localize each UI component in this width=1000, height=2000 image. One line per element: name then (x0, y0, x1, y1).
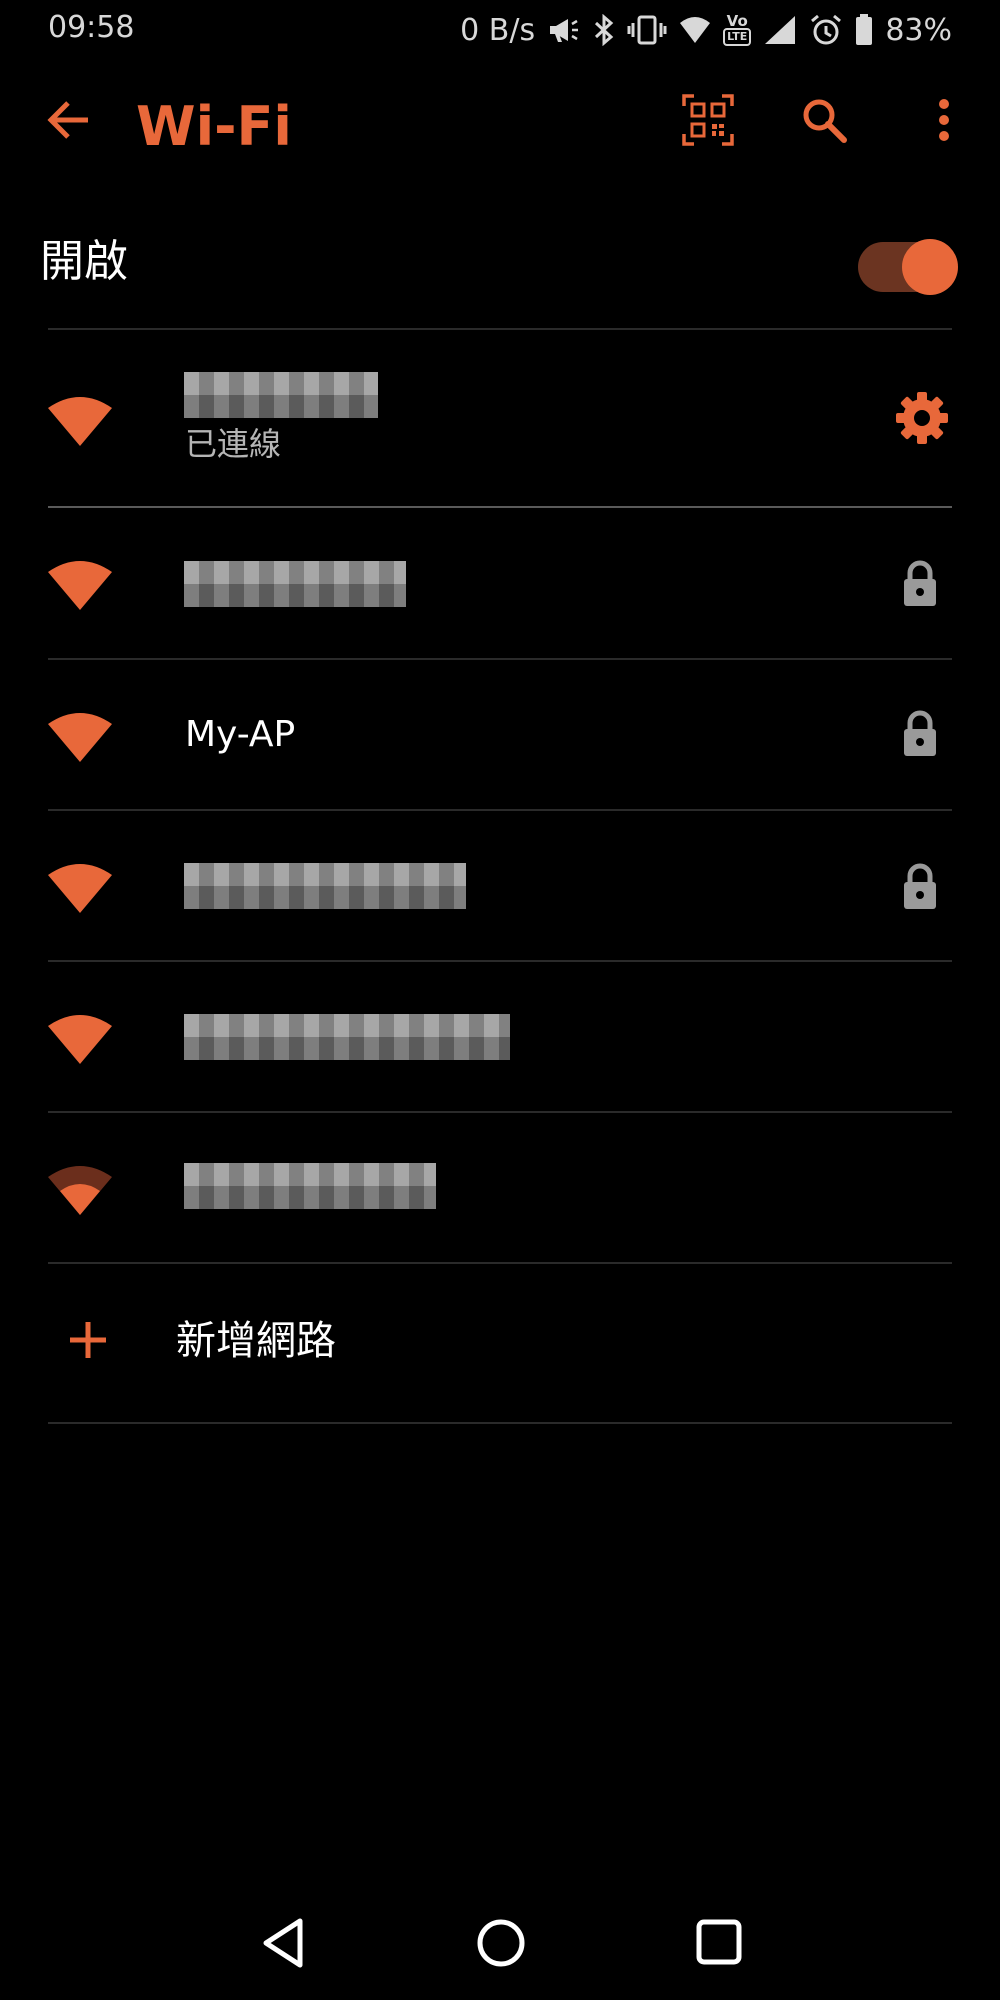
wifi-signal-weak-icon (46, 1161, 114, 1217)
status-bar: 09:58 0 B/s Vo LTE 83% (0, 0, 1000, 62)
network-item[interactable] (0, 508, 1000, 658)
toggle-label: 開啟 (40, 236, 128, 287)
gear-icon[interactable] (894, 390, 950, 446)
cell-signal-icon (763, 14, 797, 46)
network-name-redacted (184, 863, 466, 909)
network-name-redacted (184, 372, 378, 418)
network-item[interactable]: My-AP (0, 660, 1000, 810)
wifi-master-toggle-row[interactable]: 開啟 (0, 210, 1000, 320)
wifi-signal-icon (46, 859, 114, 915)
qr-code-scan-icon (682, 94, 734, 150)
divider (48, 1422, 952, 1424)
arrow-back-icon (46, 100, 90, 144)
wifi-icon (679, 15, 711, 45)
network-item[interactable]: 已連線 (0, 330, 1000, 506)
search-icon (800, 96, 848, 148)
add-network-label: 新增網路 (176, 1318, 336, 1364)
vibrate-icon (627, 15, 667, 45)
battery-percent: 83% (885, 12, 952, 48)
nav-home-icon[interactable] (474, 1916, 528, 1970)
status-time: 09:58 (48, 10, 135, 45)
add-network-button[interactable]: 新增網路 (0, 1263, 1000, 1423)
wifi-signal-icon (46, 556, 114, 612)
volte-label-bottom: LTE (723, 28, 752, 46)
network-item[interactable] (0, 962, 1000, 1112)
network-name-redacted (184, 561, 406, 607)
bluetooth-icon (593, 14, 615, 46)
nav-recents-icon[interactable] (694, 1917, 744, 1967)
wifi-switch[interactable] (858, 230, 958, 300)
data-rate: 0 B/s (460, 12, 536, 48)
lock-icon (900, 863, 940, 911)
network-item[interactable] (0, 811, 1000, 961)
wifi-signal-icon (46, 1010, 114, 1066)
lock-icon (900, 560, 940, 608)
battery-icon (855, 14, 873, 46)
lock-icon (900, 710, 940, 758)
volte-icon: Vo LTE (723, 12, 752, 46)
network-name-redacted (184, 1163, 436, 1209)
network-name-redacted (184, 1014, 510, 1060)
network-name: My-AP (185, 714, 296, 755)
wifi-signal-icon (46, 392, 114, 448)
volte-label-top: Vo (726, 12, 748, 30)
page-title: Wi-Fi (136, 95, 292, 158)
network-status: 已連線 (185, 425, 282, 463)
wifi-signal-icon (46, 708, 114, 764)
search-button[interactable] (786, 84, 862, 160)
status-icons: 0 B/s Vo LTE 83% (460, 8, 952, 52)
switch-thumb (902, 239, 958, 295)
network-item[interactable] (0, 1113, 1000, 1263)
add-icon (66, 1318, 110, 1362)
back-button[interactable] (30, 84, 106, 160)
megaphone-icon (547, 15, 581, 45)
alarm-icon (809, 14, 843, 46)
more-options-button[interactable] (906, 84, 982, 160)
nav-back-icon[interactable] (258, 1915, 308, 1971)
more-vert-icon (937, 98, 951, 146)
qr-scan-button[interactable] (670, 84, 746, 160)
